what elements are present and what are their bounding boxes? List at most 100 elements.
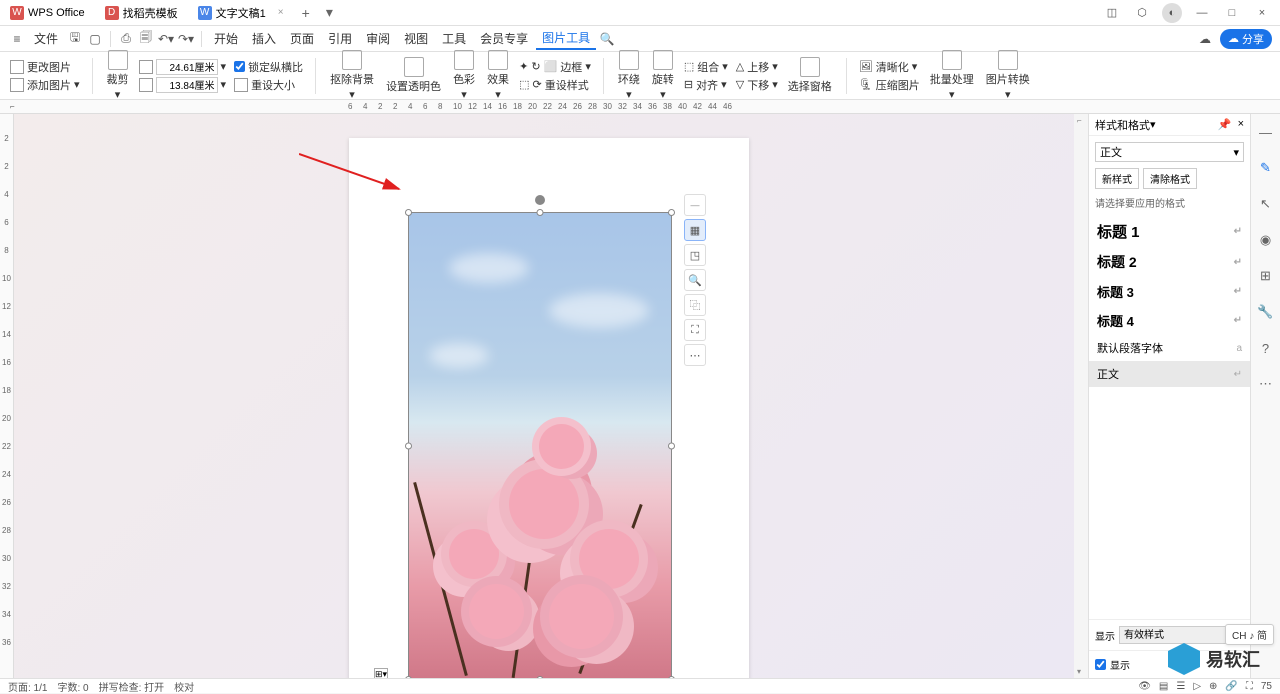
tab-document[interactable]: W 文字文稿1 × [188,0,294,25]
ime-indicator[interactable]: CH ♪ 简 [1225,624,1274,645]
pencil-icon[interactable]: ✎ [1256,158,1276,178]
float-margin-top[interactable]: — [684,194,706,216]
menu-file[interactable]: 文件 [28,28,64,49]
window-layout-icon[interactable]: ◫ [1102,3,1122,23]
menu-reference[interactable]: 引用 [322,28,358,49]
menu-vip[interactable]: 会员专享 [474,28,534,49]
scrollbar-vertical[interactable]: ⌐ ▾ [1074,114,1088,678]
view-mode-4[interactable]: ⊕ [1209,681,1217,692]
float-copy-icon[interactable]: ⿻ [684,294,706,316]
pin-icon[interactable]: 📌 [1218,118,1232,131]
move-down-button[interactable]: ▽下移▾ [736,77,778,93]
user-avatar-icon[interactable]: ◐ [1162,3,1182,23]
resize-handle-se[interactable] [668,676,675,678]
redo-icon[interactable]: ↷▾ [177,30,195,48]
undo-icon[interactable]: ↶▾ [157,30,175,48]
menu-review[interactable]: 审阅 [360,28,396,49]
close-button[interactable]: × [1252,3,1272,23]
resize-handle-n[interactable] [537,209,544,216]
convert-button[interactable]: 图片转换▾ [984,50,1032,101]
menu-view[interactable]: 视图 [398,28,434,49]
remove-bg-button[interactable]: 抠除背景▾ [328,50,376,101]
selected-image[interactable] [408,212,672,678]
new-icon[interactable]: ▢ [86,30,104,48]
reset-size-button[interactable]: 重设大小 [234,77,303,93]
minimize-button[interactable]: — [1192,3,1212,23]
preview-icon[interactable]: 🗐 [137,30,155,48]
document-canvas[interactable]: ⊞▾ — ▦ ◳ 🔍 ⿻ ⛶ ⋯ [14,114,1074,678]
lock-ratio-checkbox[interactable]: 锁定纵横比 [234,59,303,75]
wrap-button[interactable]: 环绕▾ [616,50,642,101]
close-icon[interactable]: × [278,7,284,18]
close-panel-icon[interactable]: × [1238,118,1244,131]
menu-tools[interactable]: 工具 [436,28,472,49]
menu-start[interactable]: 开始 [208,28,244,49]
view-mode-5[interactable]: 🔗 [1225,681,1237,692]
cube-icon[interactable]: ⬡ [1132,3,1152,23]
style-heading3[interactable]: 标题 3↵ [1089,277,1250,306]
maximize-button[interactable]: □ [1222,3,1242,23]
compress-button[interactable]: 🗜压缩图片 [859,77,920,93]
style-default-font[interactable]: 默认段落字体a [1089,335,1250,361]
style-heading1[interactable]: 标题 1↵ [1089,216,1250,247]
change-picture-button[interactable]: 更改图片 [10,59,80,75]
print-icon[interactable]: ⎙ [117,30,135,48]
tab-wps[interactable]: W WPS Office [0,0,95,25]
resize-handle-ne[interactable] [668,209,675,216]
effect-button[interactable]: 效果▾ [485,50,511,101]
style-heading4[interactable]: 标题 4↵ [1089,306,1250,335]
transparency-button[interactable]: 设置透明色 [384,57,443,94]
crop-button[interactable]: 裁剪▾ [105,50,131,101]
wrench-icon[interactable]: 🔧 [1256,302,1276,322]
current-style-dropdown[interactable]: 正文▾ [1095,142,1244,162]
shape-icon[interactable]: ◉ [1256,230,1276,250]
lock-ratio-chk[interactable] [234,61,245,72]
view-mode-3[interactable]: ▷ [1193,681,1201,692]
collapse-icon[interactable]: — [1256,122,1276,142]
width-input[interactable] [156,59,218,75]
float-expand-icon[interactable]: ⛶ [684,319,706,341]
tab-menu-button[interactable]: ▾ [318,4,341,21]
resize-handle-sw[interactable] [405,676,412,678]
save-icon[interactable]: 🖫 [66,30,84,48]
view-mode-2[interactable]: ☰ [1176,681,1185,692]
select-icon[interactable]: ↖ [1256,194,1276,214]
more-icon[interactable]: ⋯ [1256,374,1276,394]
menu-picture-tools[interactable]: 图片工具 [536,27,596,50]
float-crop-icon[interactable]: ◳ [684,244,706,266]
spellcheck-status[interactable]: 拼写检查: 打开 [99,679,165,694]
select-pane-button[interactable]: 选择窗格 [786,57,834,94]
search-icon[interactable]: 🔍 [598,30,616,48]
menu-icon[interactable]: ≡ [8,30,26,48]
zoom-fit-icon[interactable]: ⛶ [1246,681,1253,692]
share-button[interactable]: ☁ 分享 [1220,29,1272,49]
border-button[interactable]: ✦ ↻ ⬜边框▾ [519,59,591,75]
clarify-button[interactable]: 🖼清晰化▾ [859,59,920,75]
style-body[interactable]: 正文↵ [1089,361,1250,387]
menu-page[interactable]: 页面 [284,28,320,49]
resize-handle-w[interactable] [405,443,412,450]
group-button[interactable]: ⬚组合▾ [684,59,728,75]
resize-handle-s[interactable] [537,676,544,678]
page-indicator[interactable]: 页面: 1/1 [8,679,47,694]
batch-button[interactable]: 批量处理▾ [928,50,976,101]
eye-icon[interactable]: 👁 [1138,681,1151,692]
clear-format-button[interactable]: 清除格式 [1143,168,1197,189]
help-icon[interactable]: ? [1256,338,1276,358]
menu-insert[interactable]: 插入 [246,28,282,49]
rotate-button[interactable]: 旋转▾ [650,50,676,101]
add-picture-button[interactable]: 添加图片 ▾ [10,77,80,93]
add-tab-button[interactable]: + [294,5,318,21]
word-count[interactable]: 字数: 0 [57,679,88,694]
tab-templates[interactable]: D 找稻壳模板 [95,0,188,25]
rotate-handle[interactable] [535,195,545,205]
color-button[interactable]: 色彩▾ [451,50,477,101]
move-up-button[interactable]: △上移▾ [736,59,778,75]
view-mode-1[interactable]: ▤ [1159,681,1168,692]
align-button[interactable]: ⊟对齐▾ [684,77,728,93]
cloud-icon[interactable]: ☁ [1196,30,1214,48]
resize-handle-nw[interactable] [405,209,412,216]
show-checkbox[interactable] [1095,659,1106,670]
proof-status[interactable]: 校对 [174,679,194,694]
anchor-icon[interactable]: ⊞▾ [374,668,388,678]
